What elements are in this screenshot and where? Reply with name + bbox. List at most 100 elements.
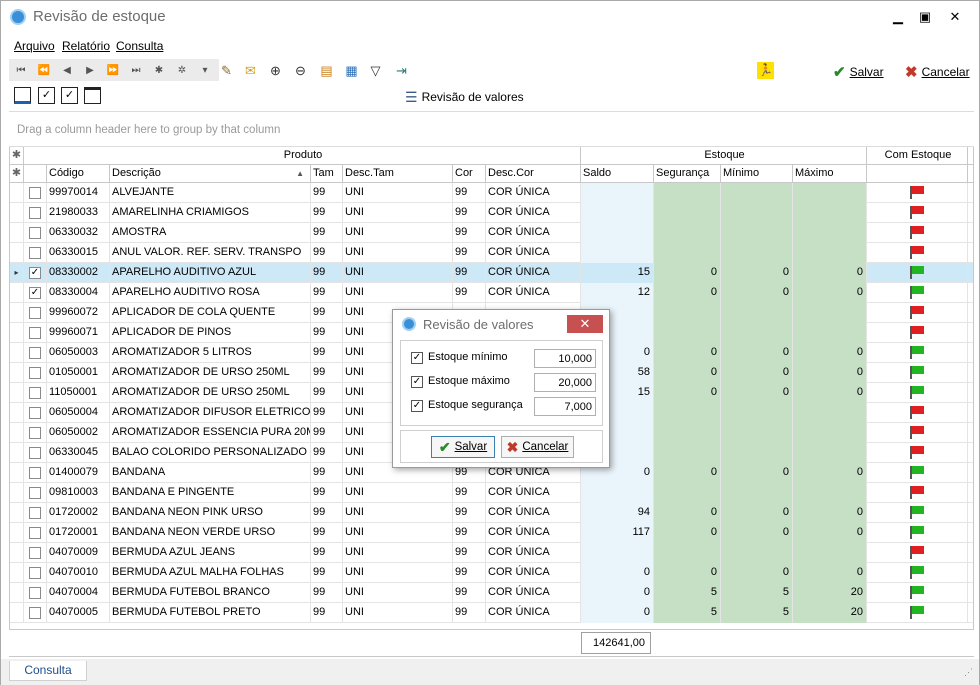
row-checkbox[interactable] [29,507,41,519]
cell-desc-cor[interactable]: COR ÚNICA [486,263,581,283]
row-indicator[interactable] [10,443,24,463]
cell-desc-tam[interactable]: UNI [343,523,453,543]
cell-descricao[interactable]: ALVEJANTE [110,183,311,203]
table-row[interactable]: 04070004 BERMUDA FUTEBOL BRANCO 99 UNI 99 COR… [10,583,973,603]
cell-cor[interactable]: 99 [453,503,486,523]
cell-descricao[interactable]: APLICADOR DE COLA QUENTE [110,303,311,323]
cell-desc-cor[interactable]: COR ÚNICA [486,523,581,543]
cell-min[interactable]: 0 [721,563,793,583]
cell-descricao[interactable]: BERMUDA AZUL MALHA FOLHAS [110,563,311,583]
cell-descricao[interactable]: BALAO COLORIDO PERSONALIZADO [110,443,311,463]
cell-codigo[interactable]: 01400079 [47,463,110,483]
cell-min[interactable]: 0 [721,463,793,483]
col-minimo[interactable]: Mínimo [721,165,793,183]
cell-cor[interactable]: 99 [453,603,486,623]
cell-tam[interactable]: 99 [311,563,343,583]
cell-codigo[interactable]: 06050002 [47,423,110,443]
cell-max[interactable]: 0 [793,283,867,303]
dialog-cancel-button[interactable]: ✖ Cancelar [501,436,574,458]
cell-max[interactable] [793,203,867,223]
cell-max[interactable] [793,423,867,443]
cell-desc-tam[interactable]: UNI [343,543,453,563]
cell-tam[interactable]: 99 [311,403,343,423]
cell-codigo[interactable]: 08330004 [47,283,110,303]
cell-codigo[interactable]: 09810003 [47,483,110,503]
cell-descricao[interactable]: AROMATIZADOR DE URSO 250ML [110,383,311,403]
select-all-icon[interactable] [14,87,31,104]
cell-desc-cor[interactable]: COR ÚNICA [486,243,581,263]
cell-seg[interactable]: 0 [654,563,721,583]
cell-max[interactable] [793,543,867,563]
cell-seg[interactable]: 0 [654,343,721,363]
cell-tam[interactable]: 99 [311,283,343,303]
cell-min[interactable] [721,423,793,443]
cell-descricao[interactable]: BANDANA NEON VERDE URSO [110,523,311,543]
cell-desc-tam[interactable]: UNI [343,203,453,223]
uncheck-all-icon[interactable] [84,87,101,104]
cell-max[interactable] [793,303,867,323]
table-row[interactable]: ✓ 08330004 APARELHO AUDITIVO ROSA 99 UNI 99 CO… [10,283,973,303]
row-indicator[interactable] [10,243,24,263]
cell-desc-tam[interactable]: UNI [343,183,453,203]
dialog-save-button[interactable]: ✔ Salvar [431,436,495,458]
cell-descricao[interactable]: AROMATIZADOR DIFUSOR ELETRICO [110,403,311,423]
col-saldo[interactable]: Saldo [581,165,654,183]
row-indicator[interactable] [10,303,24,323]
cell-descricao[interactable]: AMOSTRA [110,223,311,243]
resize-grip-icon[interactable]: ⋰ [964,667,973,678]
row-indicator[interactable] [10,483,24,503]
tab-consulta[interactable]: Consulta [9,661,87,681]
cell-saldo[interactable] [581,183,654,203]
table-row[interactable]: 04070010 BERMUDA AZUL MALHA FOLHAS 99 UNI 99… [10,563,973,583]
row-checkbox[interactable] [29,607,41,619]
cell-codigo[interactable]: 06050004 [47,403,110,423]
cell-codigo[interactable]: 06050003 [47,343,110,363]
row-checkbox[interactable] [29,447,41,459]
cell-codigo[interactable]: 04070005 [47,603,110,623]
cell-codigo[interactable]: 08330002 [47,263,110,283]
cell-descricao[interactable]: ANUL VALOR. REF. SERV. TRANSPO [110,243,311,263]
cell-max[interactable] [793,483,867,503]
cell-min[interactable]: 0 [721,263,793,283]
cell-descricao[interactable]: BERMUDA FUTEBOL PRETO [110,603,311,623]
cell-codigo[interactable]: 06330045 [47,443,110,463]
cell-tam[interactable]: 99 [311,503,343,523]
cell-desc-cor[interactable]: COR ÚNICA [486,203,581,223]
cell-tam[interactable]: 99 [311,583,343,603]
cell-saldo[interactable] [581,203,654,223]
cell-saldo[interactable]: 0 [581,563,654,583]
cell-min[interactable] [721,183,793,203]
group-by-panel[interactable]: Drag a column header here to group by th… [9,111,974,147]
filter-icon[interactable]: ▽ [367,62,384,79]
col-seguranca[interactable]: Segurança [654,165,721,183]
cell-descricao[interactable]: APARELHO AUDITIVO ROSA [110,283,311,303]
row-checkbox[interactable] [29,247,41,259]
cell-seg[interactable]: 0 [654,363,721,383]
cell-codigo[interactable]: 06330015 [47,243,110,263]
cell-desc-cor[interactable]: COR ÚNICA [486,543,581,563]
cell-seg[interactable] [654,223,721,243]
table-row[interactable]: ▸ ✓ 08330002 APARELHO AUDITIVO AZUL 99 UNI 99 C… [10,263,973,283]
cell-min[interactable] [721,543,793,563]
cell-codigo[interactable]: 06330032 [47,223,110,243]
cell-seg[interactable]: 0 [654,283,721,303]
row-indicator[interactable] [10,383,24,403]
row-checkbox[interactable] [29,327,41,339]
zoom-in-icon[interactable]: ⊕ [267,62,284,79]
cell-max[interactable] [793,243,867,263]
cell-descricao[interactable]: BERMUDA FUTEBOL BRANCO [110,583,311,603]
cell-min[interactable]: 0 [721,363,793,383]
estoque-minimo-checkbox[interactable]: ✓ [411,352,423,364]
zoom-out-icon[interactable]: ⊖ [292,62,309,79]
cell-saldo[interactable]: 94 [581,503,654,523]
cell-cor[interactable]: 99 [453,243,486,263]
cell-codigo[interactable]: 21980033 [47,203,110,223]
cell-min[interactable]: 0 [721,343,793,363]
row-checkbox[interactable]: ✓ [29,267,41,279]
cell-codigo[interactable]: 99960072 [47,303,110,323]
estoque-maximo-checkbox[interactable]: ✓ [411,376,423,388]
menu-relatorio[interactable]: Relatório [62,39,110,53]
cell-min[interactable] [721,483,793,503]
cell-desc-tam[interactable]: UNI [343,503,453,523]
mail-icon[interactable]: ✉ [242,62,259,79]
